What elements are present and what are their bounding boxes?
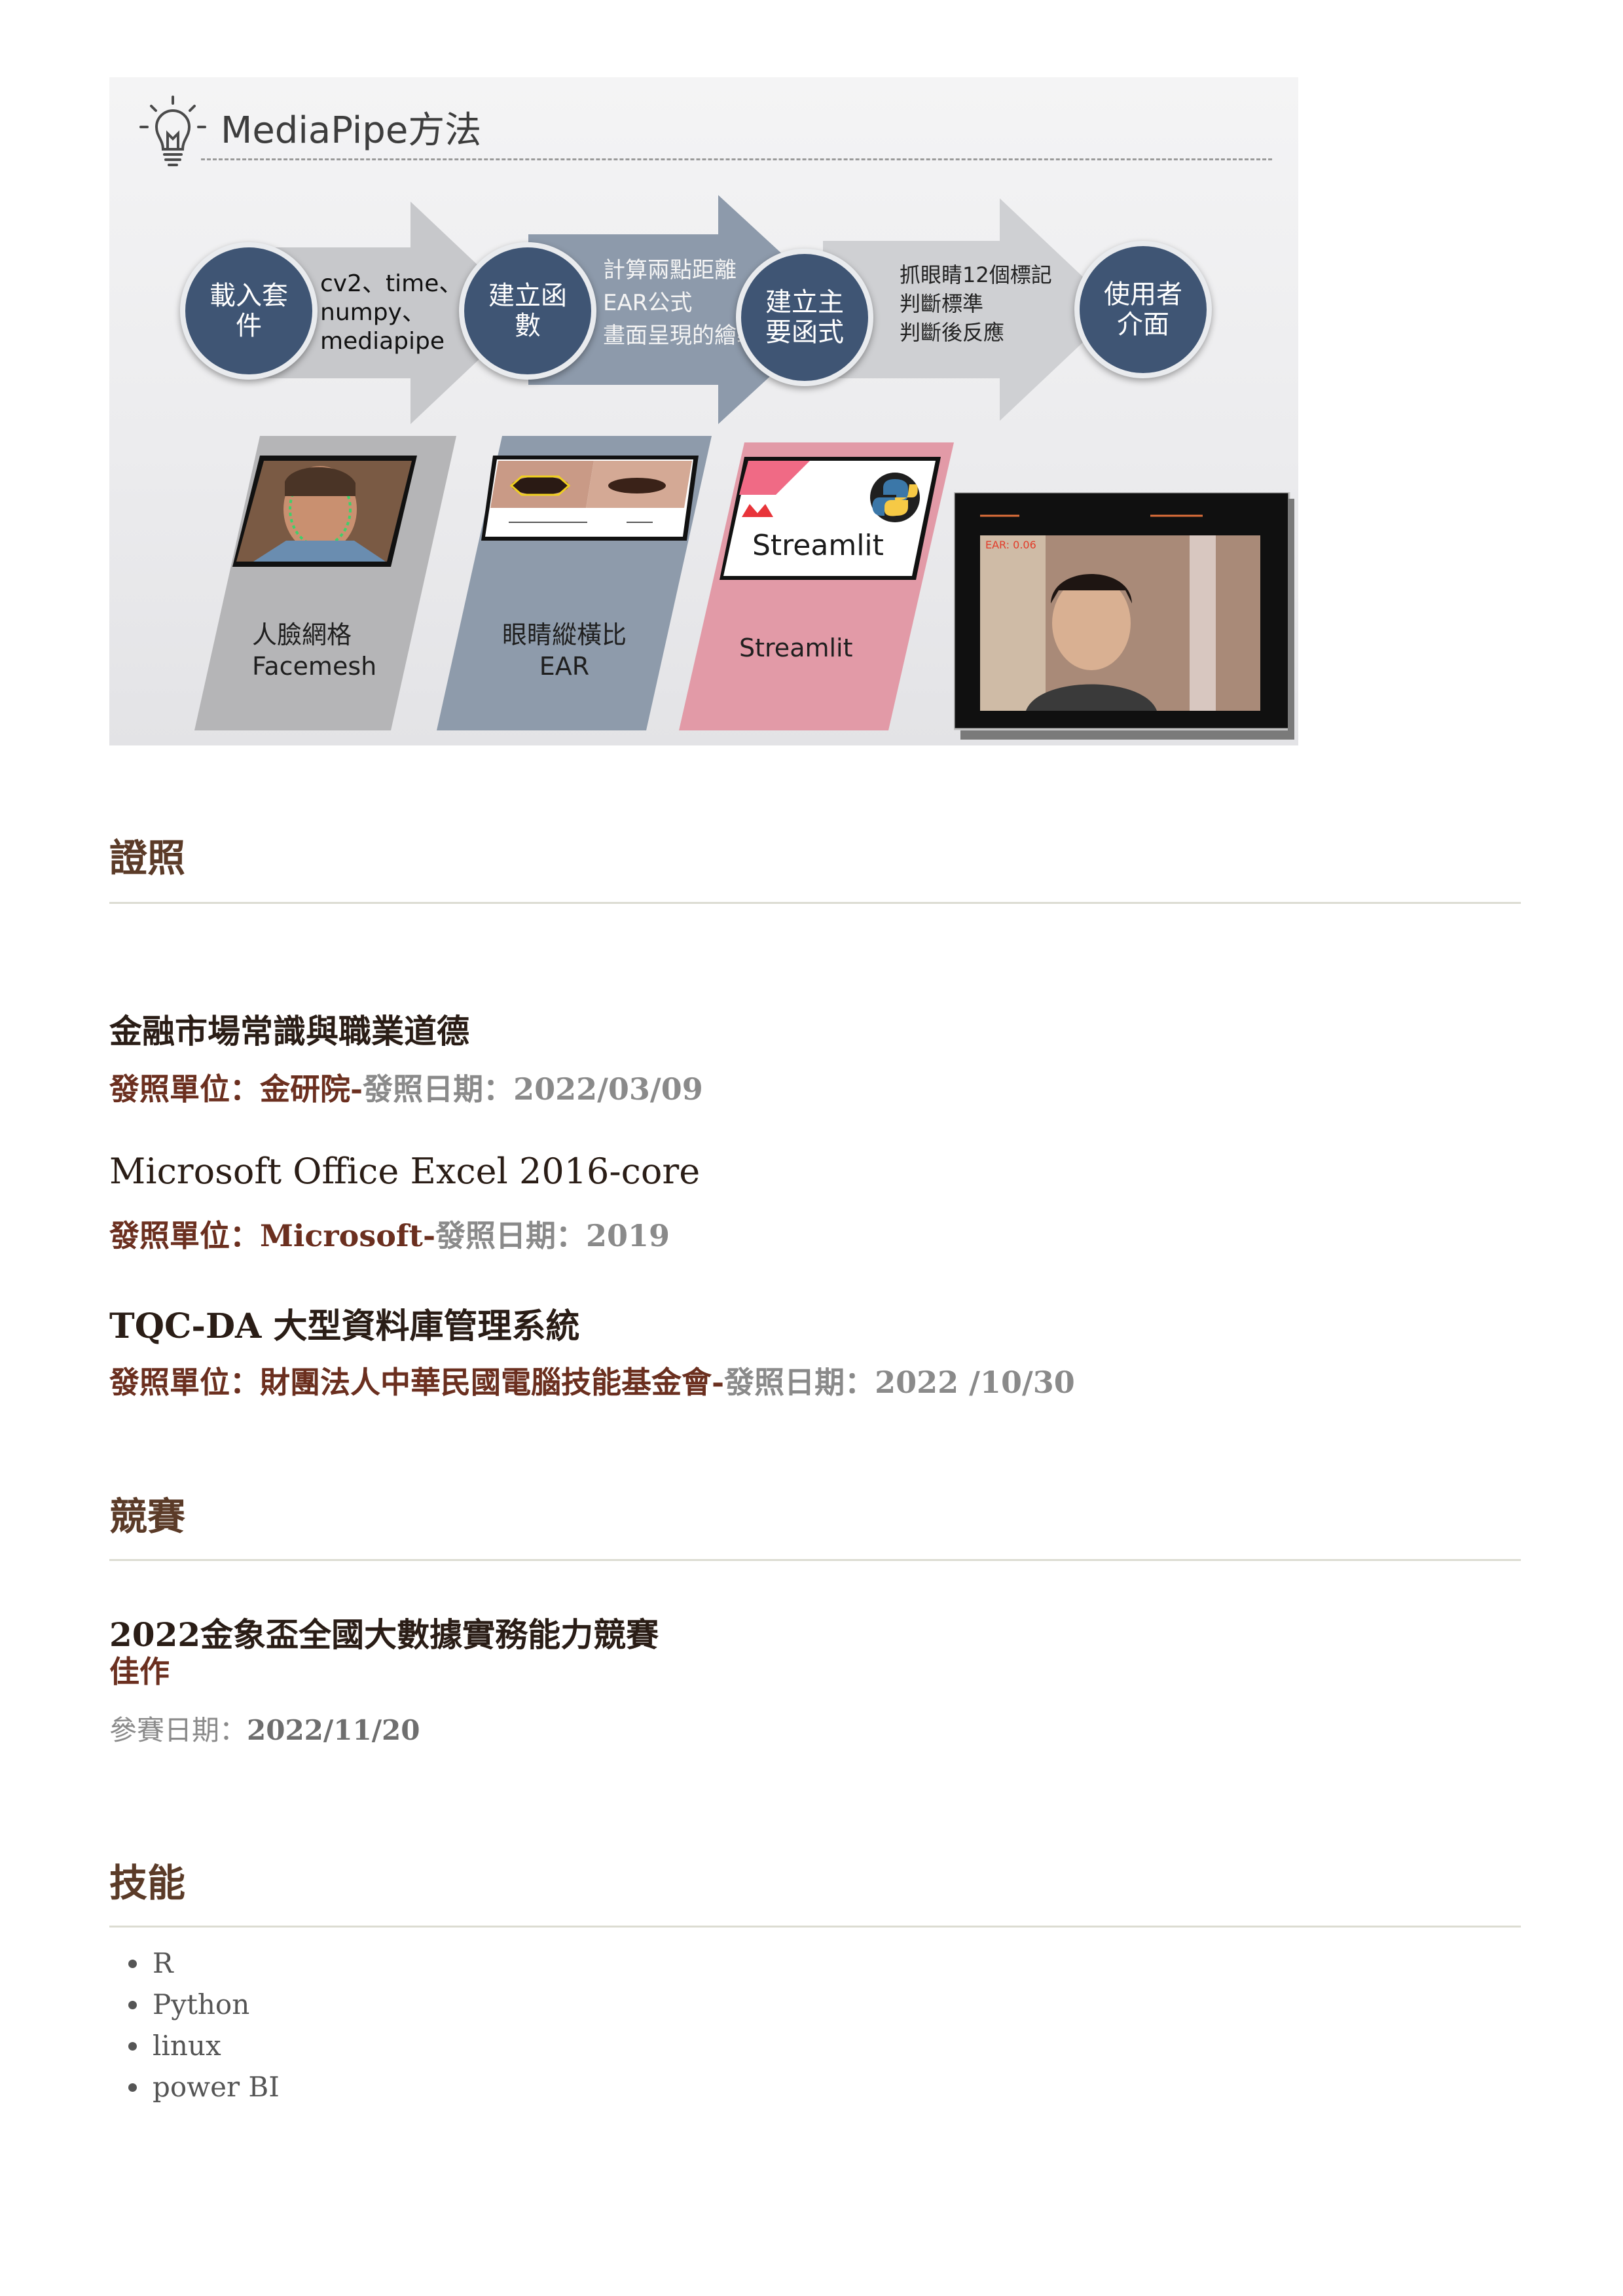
section-heading-certificates: 證照: [109, 836, 186, 880]
streamlit-logo-text: Streamlit: [752, 529, 884, 562]
step-circle-load-packages: 載入套件: [180, 242, 318, 380]
step-text-packages: cv2、time、 numpy、 mediapipe: [320, 270, 463, 355]
certificate-title-1: 金融市場常識與職業道德: [109, 1012, 469, 1050]
card-ear-label: 眼睛縱橫比 EAR: [502, 620, 627, 681]
python-icon: [870, 473, 920, 522]
section-divider-competitions: [109, 1559, 1521, 1561]
competition-title: 2022金象盃全國大數據實務能力競賽: [109, 1615, 659, 1654]
competition-date-value: 2022/11/20: [247, 1714, 420, 1746]
certificate-meta-2: 發照單位：Microsoft-發照日期：2019: [109, 1218, 670, 1253]
skill-item: power BI: [150, 2066, 280, 2108]
competition-date: 參賽日期：2022/11/20: [109, 1708, 420, 1748]
certificate-date-3: 發照日期：2022 /10/30: [724, 1365, 1075, 1400]
step-text-main-function: 抓眼睛12個標記 判斷標準 判斷後反應: [900, 262, 1052, 345]
card-facemesh: [194, 436, 456, 730]
certificate-meta-1: 發照單位：金研院-發照日期：2022/03/09: [109, 1071, 703, 1107]
skill-item: linux: [150, 2025, 280, 2066]
skill-item: R: [150, 1943, 280, 1984]
skills-list: R Python linux power BI: [109, 1943, 280, 2108]
card-ear: [437, 436, 712, 730]
lightbulb-icon: [139, 96, 206, 166]
step-circle-user-interface: 使用者 介面: [1074, 241, 1212, 378]
card-streamlit: Streamlit: [679, 442, 954, 730]
certificate-issuer-1: 發照單位：金研院: [109, 1071, 350, 1107]
section-heading-skills: 技能: [109, 1861, 186, 1905]
certificate-issuer-2: 發照單位：Microsoft: [109, 1218, 423, 1253]
certificate-title-3: TQC-DA 大型資料庫管理系統: [109, 1306, 580, 1346]
skill-item: Python: [150, 1984, 280, 2025]
competition-date-label: 參賽日期：: [109, 1714, 247, 1746]
card-facemesh-label: 人臉網格 Facemesh: [252, 620, 377, 681]
certificate-title-2: Microsoft Office Excel 2016-core: [109, 1151, 701, 1192]
step-circle-build-functions: 建立函數: [459, 242, 596, 380]
certificate-issuer-3: 發照單位：財團法人中華民國電腦技能基金會: [109, 1365, 712, 1400]
slide-title: MediaPipe方法: [221, 109, 482, 152]
certificate-date-2: 發照日期：2019: [435, 1218, 670, 1253]
step-circle-main-function: 建立主 要函式: [736, 249, 873, 386]
section-divider-skills: [109, 1926, 1521, 1928]
certificate-date-1: 發照日期：2022/03/09: [363, 1071, 703, 1107]
section-divider-certificates: [109, 902, 1521, 904]
app-screenshot: EAR: 0.06: [954, 492, 1294, 740]
certificate-meta-3: 發照單位：財團法人中華民國電腦技能基金會-發照日期：2022 /10/30: [109, 1365, 1075, 1400]
competition-award: 佳作: [109, 1654, 170, 1689]
card-streamlit-label: Streamlit: [739, 634, 853, 662]
step-text-functions: 計算兩點距離 EAR公式 畫面呈現的繪製: [603, 257, 759, 349]
section-heading-competitions: 競賽: [109, 1494, 186, 1539]
title-divider: [201, 158, 1272, 160]
ear-readout: EAR: 0.06: [985, 539, 1036, 551]
mediapipe-method-slide: MediaPipe方法 載入套件 cv2、time、 numpy、 mediapip…: [109, 77, 1298, 745]
